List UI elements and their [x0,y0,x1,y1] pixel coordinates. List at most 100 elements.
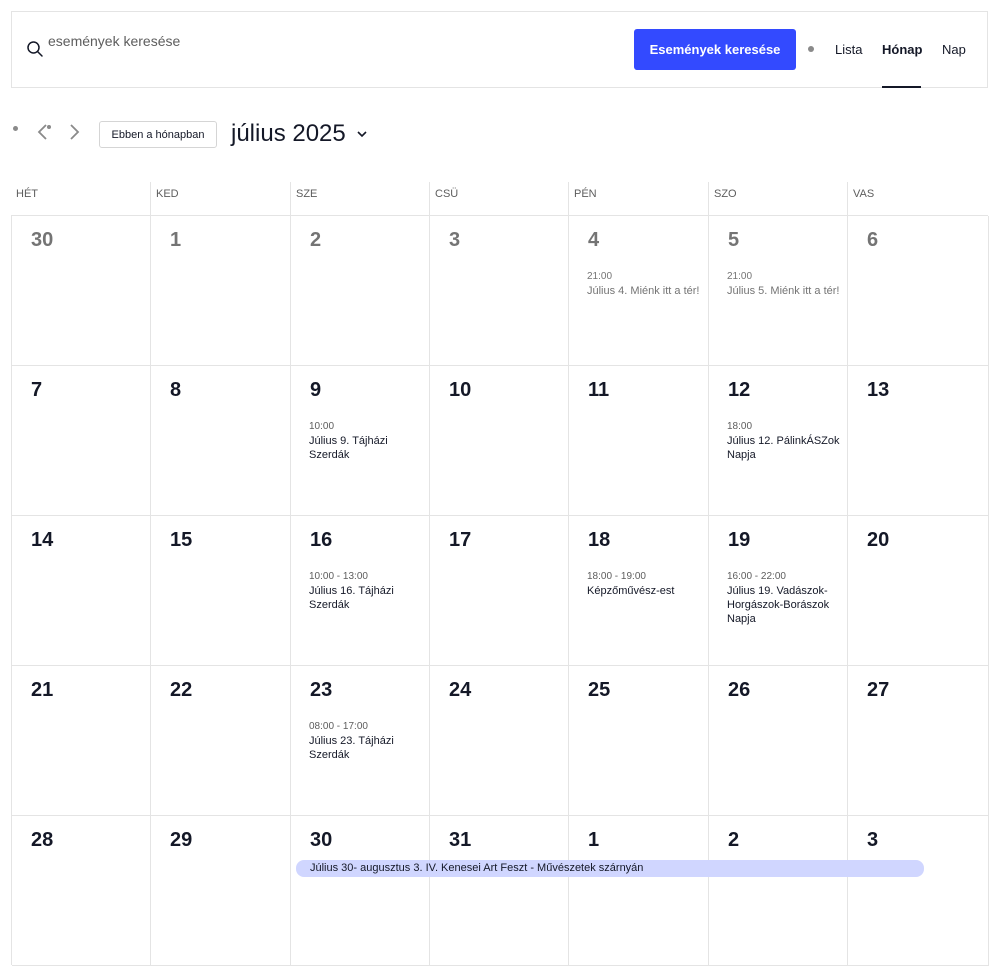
day-number[interactable]: 29 [170,829,192,852]
search-input[interactable] [48,30,448,52]
day-cell[interactable]: 8 [151,366,291,516]
day-cell[interactable]: 9 10:00 Július 9. Tájházi Szerdák [291,366,430,516]
day-cell[interactable]: 12 18:00 Július 12. PálinkÁSZok Napja [709,366,848,516]
day-cell[interactable]: 3 [848,816,989,966]
day-cell[interactable]: 1 [569,816,709,966]
event-title-link[interactable]: Július 4. Miénk itt a tér! [587,284,705,298]
day-number[interactable]: 5 [728,229,739,252]
day-number[interactable]: 9 [310,379,321,402]
day-cell[interactable]: 5 21:00 Július 5. Miénk itt a tér! [709,216,848,366]
day-number[interactable]: 2 [728,829,739,852]
day-cell[interactable]: 15 [151,516,291,666]
this-month-button[interactable]: Ebben a hónapban [99,121,217,148]
month-calendar-grid: 30 1 2 3 4 21:00 Július 4. Miénk itt a tér! 5 21… [11,215,989,966]
day-cell[interactable]: 16 10:00 - 13:00 Július 16. Tájházi Szerdá… [291,516,430,666]
event-time: 18:00 - 19:00 [587,571,646,582]
event-title-link[interactable]: Július 5. Miénk itt a tér! [727,284,845,298]
day-cell[interactable]: 30 [12,216,151,366]
day-number[interactable]: 11 [588,379,609,402]
day-number[interactable]: 21 [31,679,53,702]
day-cell[interactable]: 2 [709,816,848,966]
day-cell[interactable]: 24 [430,666,569,816]
day-cell[interactable]: 3 [430,216,569,366]
event-title-link[interactable]: Július 19. Vadászok-Horgászok-Borászok N… [727,584,845,626]
event-time: 16:00 - 22:00 [727,571,786,582]
day-number[interactable]: 4 [588,229,599,252]
day-cell[interactable]: 22 [151,666,291,816]
day-number[interactable]: 1 [170,229,181,252]
day-number[interactable]: 3 [449,229,460,252]
day-number[interactable]: 13 [867,379,889,402]
day-cell[interactable]: 11 [569,366,709,516]
day-number[interactable]: 17 [449,529,471,552]
day-cell[interactable]: 23 08:00 - 17:00 Július 23. Tájházi Szerdá… [291,666,430,816]
day-cell[interactable]: 4 21:00 Július 4. Miénk itt a tér! [569,216,709,366]
event-title-link[interactable]: Július 16. Tájházi Szerdák [309,584,427,612]
search-icon [27,41,43,57]
day-cell[interactable]: 6 [848,216,989,366]
day-cell[interactable]: 30 [291,816,430,966]
day-number[interactable]: 15 [170,529,192,552]
day-cell[interactable]: 28 [12,816,151,966]
chevron-right-icon[interactable] [66,121,84,143]
day-number[interactable]: 12 [728,379,750,402]
day-number[interactable]: 19 [728,529,750,552]
day-cell[interactable]: 14 [12,516,151,666]
day-number[interactable]: 27 [867,679,889,702]
chevron-left-icon[interactable] [34,121,52,143]
weekday-header: PÉN [568,182,708,216]
day-number[interactable]: 3 [867,829,878,852]
day-cell[interactable]: 18 18:00 - 19:00 Képzőművész-est [569,516,709,666]
day-number[interactable]: 20 [867,529,889,552]
day-number[interactable]: 30 [310,829,332,852]
day-cell[interactable]: 19 16:00 - 22:00 Július 19. Vadászok-Horgá… [709,516,848,666]
day-number[interactable]: 6 [867,229,878,252]
view-indicator-dot [808,46,814,52]
day-cell[interactable]: 7 [12,366,151,516]
event-title-link[interactable]: Július 9. Tájházi Szerdák [309,434,427,462]
day-cell[interactable]: 2 [291,216,430,366]
day-cell[interactable]: 27 [848,666,989,816]
day-cell[interactable]: 29 [151,816,291,966]
day-cell[interactable]: 20 [848,516,989,666]
day-number[interactable]: 18 [588,529,610,552]
day-number[interactable]: 16 [310,529,332,552]
weekday-header: SZE [290,182,429,216]
event-title-link[interactable]: Július 23. Tájházi Szerdák [309,734,427,762]
day-number[interactable]: 1 [588,829,599,852]
event-title-link[interactable]: Képzőművész-est [587,584,705,598]
event-time: 18:00 [727,421,753,432]
day-number[interactable]: 30 [31,229,53,252]
day-cell[interactable]: 26 [709,666,848,816]
day-number[interactable]: 22 [170,679,192,702]
day-number[interactable]: 24 [449,679,471,702]
nav-loading-dot [13,126,18,131]
day-cell[interactable]: 17 [430,516,569,666]
search-events-button[interactable]: Események keresése [634,29,796,70]
day-number[interactable]: 23 [310,679,332,702]
day-number[interactable]: 7 [31,379,42,402]
event-title-link[interactable]: Július 12. PálinkÁSZok Napja [727,434,845,462]
multiday-event-bar[interactable]: Július 30- augusztus 3. IV. Kenesei Art … [296,860,924,877]
view-list-tab[interactable]: Lista [835,42,862,57]
events-search-bar: Események keresése Lista Hónap Nap [11,11,988,88]
month-title[interactable]: július 2025 [231,120,346,148]
day-cell[interactable]: 10 [430,366,569,516]
day-number[interactable]: 31 [449,829,471,852]
day-number[interactable]: 28 [31,829,53,852]
view-day-tab[interactable]: Nap [942,42,966,57]
day-number[interactable]: 26 [728,679,750,702]
day-number[interactable]: 10 [449,379,471,402]
day-number[interactable]: 14 [31,529,53,552]
weekday-header: HÉT [16,188,38,200]
day-cell[interactable]: 31 [430,816,569,966]
day-number[interactable]: 25 [588,679,610,702]
day-number[interactable]: 8 [170,379,181,402]
day-cell[interactable]: 21 [12,666,151,816]
day-cell[interactable]: 25 [569,666,709,816]
chevron-down-icon[interactable] [355,127,369,141]
view-month-tab[interactable]: Hónap [882,42,922,57]
day-number[interactable]: 2 [310,229,321,252]
day-cell[interactable]: 13 [848,366,989,516]
day-cell[interactable]: 1 [151,216,291,366]
